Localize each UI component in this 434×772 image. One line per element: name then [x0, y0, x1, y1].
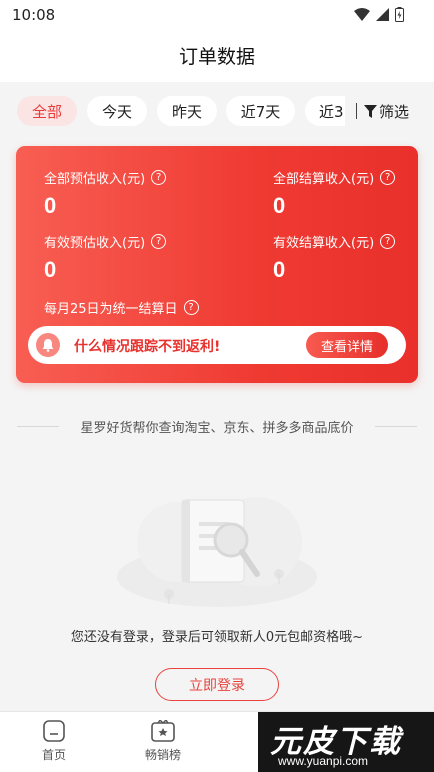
signal-icon [376, 8, 389, 21]
tab-home[interactable]: 首页 [14, 720, 94, 763]
filter-chip-yesterday[interactable]: 昨天 [157, 96, 217, 126]
help-icon[interactable]: ? [151, 234, 167, 249]
stat-total-estimated: 全部预估收入(元) ? 0 [44, 168, 167, 219]
stat-valid-settled-value: 0 [273, 257, 286, 282]
status-icons [354, 7, 404, 22]
filter-separator [356, 103, 357, 119]
stat-total-settled-value: 0 [273, 193, 286, 218]
tracking-alert-bar[interactable]: 什么情况跟踪不到返利! 查看详情 [28, 326, 406, 364]
stat-valid-estimated: 有效预估收入(元) ? 0 [44, 232, 167, 283]
filter-button-label: 筛选 [379, 102, 410, 121]
stat-valid-estimated-label: 有效预估收入(元) [44, 236, 146, 251]
stat-valid-estimated-value: 0 [44, 257, 57, 282]
help-icon[interactable]: ? [183, 300, 199, 315]
status-time: 10:08 [12, 6, 56, 24]
tab-ranking[interactable]: 畅销榜 [123, 720, 203, 763]
empty-search-illustration-icon [117, 497, 317, 607]
stat-total-estimated-value: 0 [44, 193, 57, 218]
settlement-note: 每月25日为统一结算日 ? [44, 298, 199, 317]
view-details-button[interactable]: 查看详情 [306, 332, 388, 358]
title-bar: 订单数据 [0, 30, 434, 82]
stat-valid-settled: 有效结算收入(元) ? 0 [273, 232, 396, 283]
status-bar: 10:08 [0, 0, 434, 30]
stat-total-estimated-label: 全部预估收入(元) [44, 172, 146, 187]
platform-divider: 星罗好货帮你查询淘宝、京东、拼多多商品底价 [0, 417, 434, 437]
tab-ranking-label: 畅销榜 [144, 748, 181, 762]
watermark: 元皮下载 www.yuanpi.com [258, 712, 434, 772]
date-filter-row: 全部 今天 昨天 近7天 近3 筛选 [0, 96, 434, 130]
page-title: 订单数据 [178, 46, 255, 68]
filter-chip-30days[interactable]: 近3 [305, 96, 345, 126]
divider-line-right [375, 426, 417, 427]
filter-chip-7days[interactable]: 近7天 [226, 96, 295, 126]
filter-chip-today[interactable]: 今天 [87, 96, 147, 126]
help-icon[interactable]: ? [151, 170, 167, 185]
help-icon[interactable]: ? [380, 170, 396, 185]
stat-total-settled-label: 全部结算收入(元) [273, 172, 375, 187]
income-summary-card: 全部预估收入(元) ? 0 全部结算收入(元) ? 0 有效预估收入(元) ? … [16, 146, 418, 383]
home-icon [43, 720, 65, 742]
login-button[interactable]: 立即登录 [155, 668, 279, 701]
filter-button[interactable]: 筛选 [364, 98, 409, 124]
bell-icon [36, 333, 60, 357]
platform-divider-text: 星罗好货帮你查询淘宝、京东、拼多多商品底价 [80, 421, 354, 436]
battery-icon [395, 7, 404, 22]
empty-state-message: 您还没有登录，登录后可领取新人0元包邮资格哦~ [70, 630, 364, 645]
ranking-icon [151, 720, 175, 742]
help-icon[interactable]: ? [380, 234, 396, 249]
watermark-url: www.yuanpi.com [278, 754, 369, 768]
stat-total-settled: 全部结算收入(元) ? 0 [273, 168, 396, 219]
filter-chip-all[interactable]: 全部 [17, 96, 77, 126]
stat-valid-settled-label: 有效结算收入(元) [273, 236, 375, 251]
tracking-alert-text: 什么情况跟踪不到返利! [74, 339, 221, 355]
funnel-icon [364, 104, 377, 118]
wifi-icon [354, 8, 370, 21]
tab-home-label: 首页 [41, 748, 66, 762]
settlement-note-text: 每月25日为统一结算日 [44, 302, 178, 317]
